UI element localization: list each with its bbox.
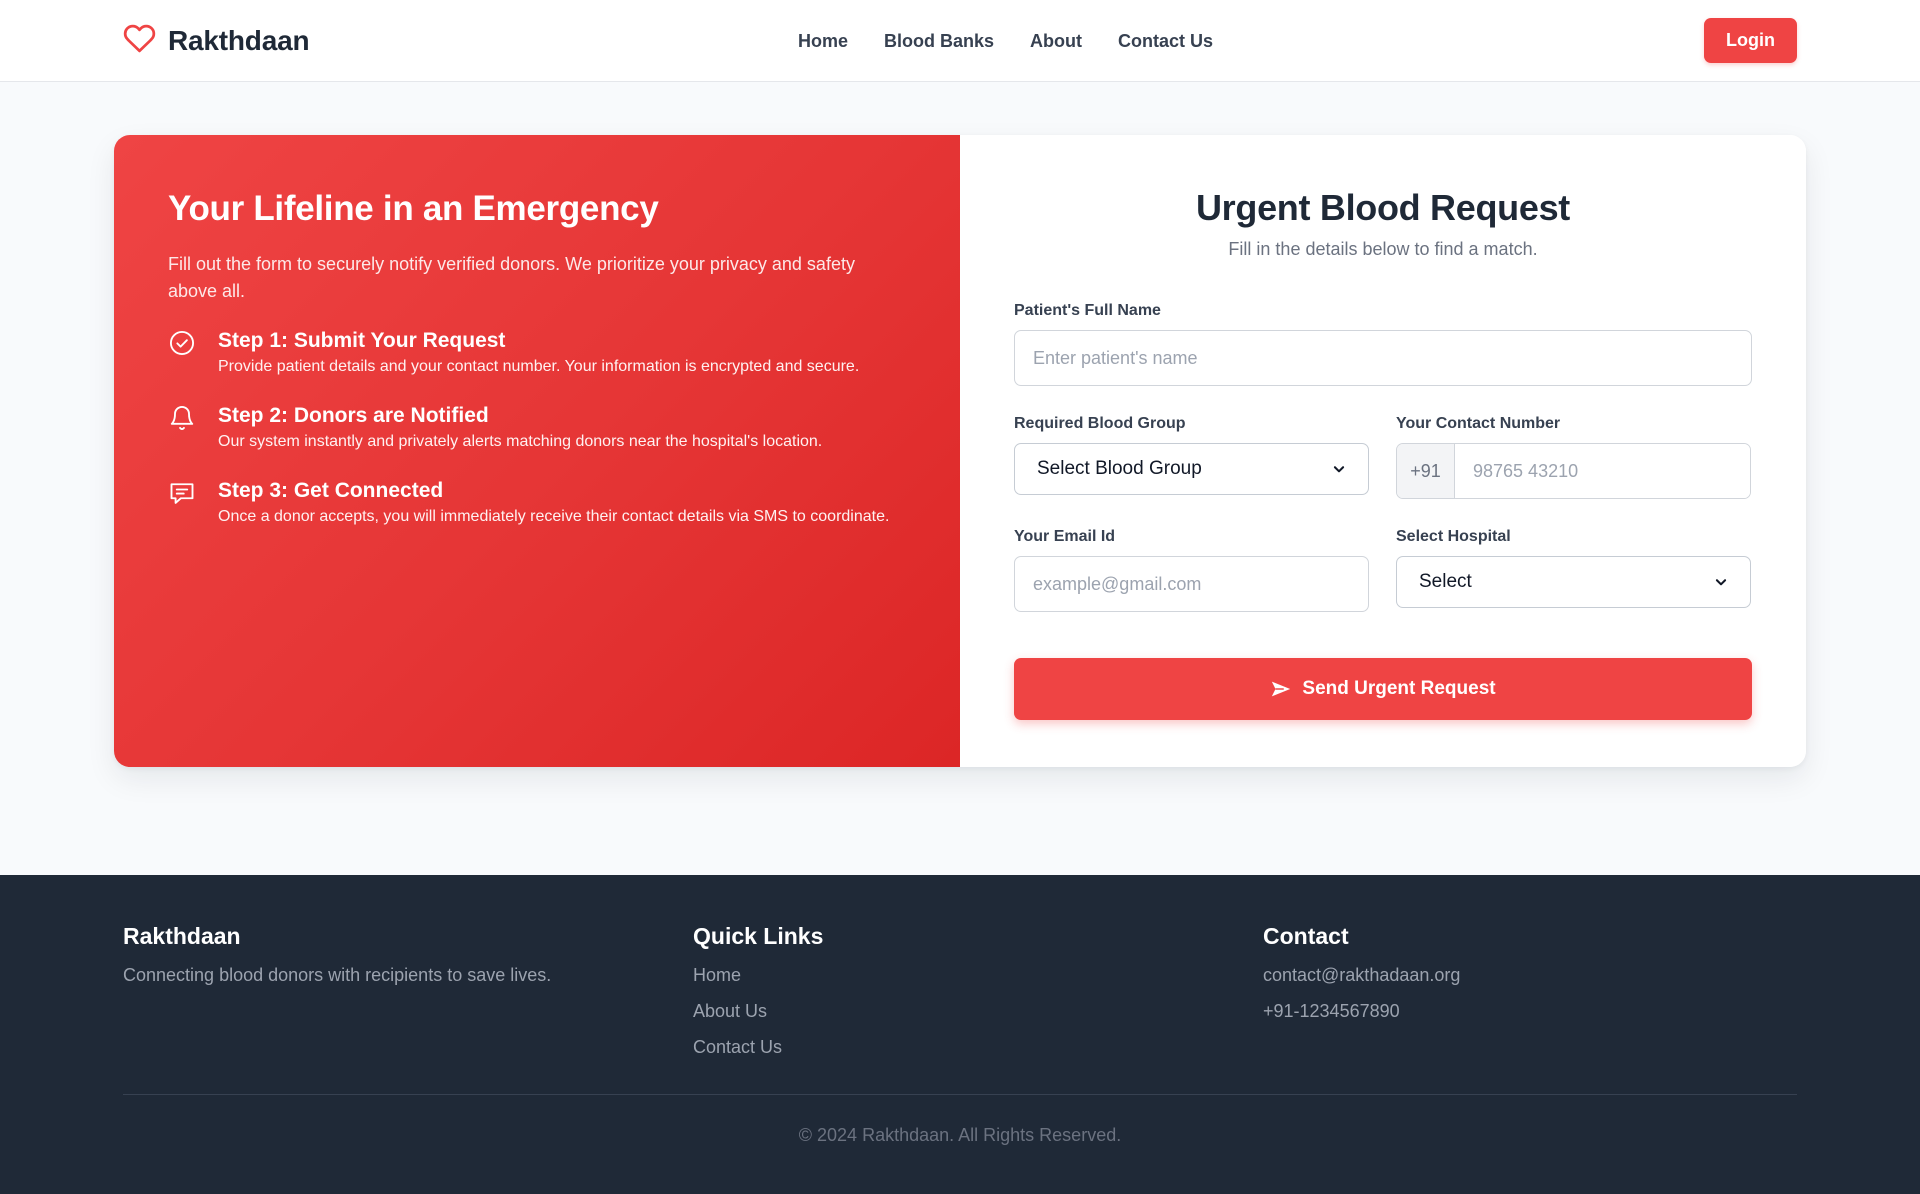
steps-list: Step 1: Submit Your Request Provide pati… [168, 327, 906, 528]
footer-brand: Rakthdaan [123, 923, 241, 949]
chevron-down-icon [1715, 579, 1727, 586]
contact-number-label: Your Contact Number [1396, 415, 1561, 432]
check-circle-icon [168, 329, 196, 357]
blood-group-group: Required Blood Group Select Blood Group [1014, 414, 1369, 499]
send-urgent-request-label: Send Urgent Request [1302, 678, 1496, 699]
step-item: Step 1: Submit Your Request Provide pati… [168, 327, 906, 378]
email-label: Your Email Id [1014, 528, 1116, 545]
info-description: Fill out the form to securely notify ver… [168, 254, 855, 301]
brand-logo-link[interactable]: Rakthdaan [123, 22, 310, 60]
nav-link-about[interactable]: About [1030, 28, 1082, 54]
step-description: Our system instantly and privately alert… [218, 433, 823, 450]
nav-link-home[interactable]: Home [798, 28, 848, 54]
footer-quick-links: Quick Links Home About Us Contact Us [693, 921, 1263, 1071]
chevron-down-icon [1333, 466, 1345, 473]
form-title: Urgent Blood Request [1195, 187, 1570, 228]
footer-about: Rakthdaan Connecting blood donors with r… [123, 921, 693, 1071]
contact-number-group: Your Contact Number +91 [1396, 414, 1751, 499]
step-item: Step 3: Get Connected Once a donor accep… [168, 477, 906, 528]
request-form: Urgent Blood Request Fill in the details… [960, 135, 1806, 767]
chat-icon [168, 479, 196, 507]
footer-divider [123, 1094, 1797, 1095]
brand-name: Rakthdaan [168, 25, 310, 56]
step-description: Provide patient details and your contact… [218, 358, 860, 375]
footer-link-about-us[interactable]: About Us [693, 999, 1263, 1023]
info-title: Your Lifeline in an Emergency [168, 189, 659, 228]
blood-group-label: Required Blood Group [1014, 415, 1186, 432]
send-icon [1272, 681, 1291, 697]
footer: Rakthdaan Connecting blood donors with r… [0, 875, 1920, 1194]
footer-link-home[interactable]: Home [693, 963, 1263, 987]
blood-group-select[interactable]: Select Blood Group [1014, 443, 1369, 495]
navbar: Rakthdaan Home Blood Banks About Contact… [0, 0, 1920, 82]
nav-link-contact-us[interactable]: Contact Us [1118, 28, 1213, 54]
step-description: Once a donor accepts, you will immediate… [218, 508, 890, 525]
info-panel: Your Lifeline in an Emergency Fill out t… [114, 135, 960, 767]
step-title: Step 1: Submit Your Request [218, 329, 506, 352]
footer-contact: Contact contact@rakthadaan.org +91-12345… [1263, 921, 1833, 1071]
email-input[interactable] [1014, 556, 1369, 612]
hospital-select[interactable]: Select [1396, 556, 1751, 608]
blood-group-selected-value: Select Blood Group [1037, 458, 1202, 479]
step-title: Step 2: Donors are Notified [218, 404, 489, 427]
quick-links-heading: Quick Links [693, 923, 824, 949]
contact-number-input[interactable] [1455, 444, 1750, 498]
footer-columns: Rakthdaan Connecting blood donors with r… [123, 921, 1833, 1071]
login-button[interactable]: Login [1704, 18, 1797, 63]
email-group: Your Email Id [1014, 527, 1369, 612]
copyright-text: © 2024 Rakthdaan. All Rights Reserved. [798, 1125, 1122, 1145]
form-subtitle: Fill in the details below to find a matc… [1228, 239, 1538, 259]
step-item: Step 2: Donors are Notified Our system i… [168, 402, 906, 453]
hospital-group: Select Hospital Select [1396, 527, 1751, 612]
patient-name-group: Patient's Full Name [1014, 301, 1752, 386]
main-nav: Home Blood Banks About Contact Us [798, 28, 1213, 54]
request-card: Your Lifeline in an Emergency Fill out t… [114, 135, 1806, 767]
nav-link-blood-banks[interactable]: Blood Banks [884, 28, 994, 54]
contact-number-field: +91 [1396, 443, 1751, 499]
send-urgent-request-button[interactable]: Send Urgent Request [1014, 658, 1752, 720]
hospital-label: Select Hospital [1396, 528, 1511, 545]
contact-heading: Contact [1263, 923, 1349, 949]
step-title: Step 3: Get Connected [218, 479, 444, 502]
patient-name-input[interactable] [1014, 330, 1752, 386]
footer-email-link[interactable]: contact@rakthadaan.org [1263, 963, 1833, 987]
form-row: Required Blood Group Select Blood Group … [1014, 414, 1752, 499]
bell-icon [168, 404, 196, 432]
footer-phone-link[interactable]: +91-1234567890 [1263, 999, 1833, 1023]
footer-link-contact-us[interactable]: Contact Us [693, 1035, 1263, 1059]
country-code-prefix: +91 [1397, 444, 1455, 498]
hospital-selected-value: Select [1419, 571, 1472, 592]
patient-name-label: Patient's Full Name [1014, 302, 1161, 319]
footer-tagline: Connecting blood donors with recipients … [123, 965, 552, 985]
form-row: Your Email Id Select Hospital Select [1014, 527, 1752, 612]
heart-icon [123, 22, 156, 60]
